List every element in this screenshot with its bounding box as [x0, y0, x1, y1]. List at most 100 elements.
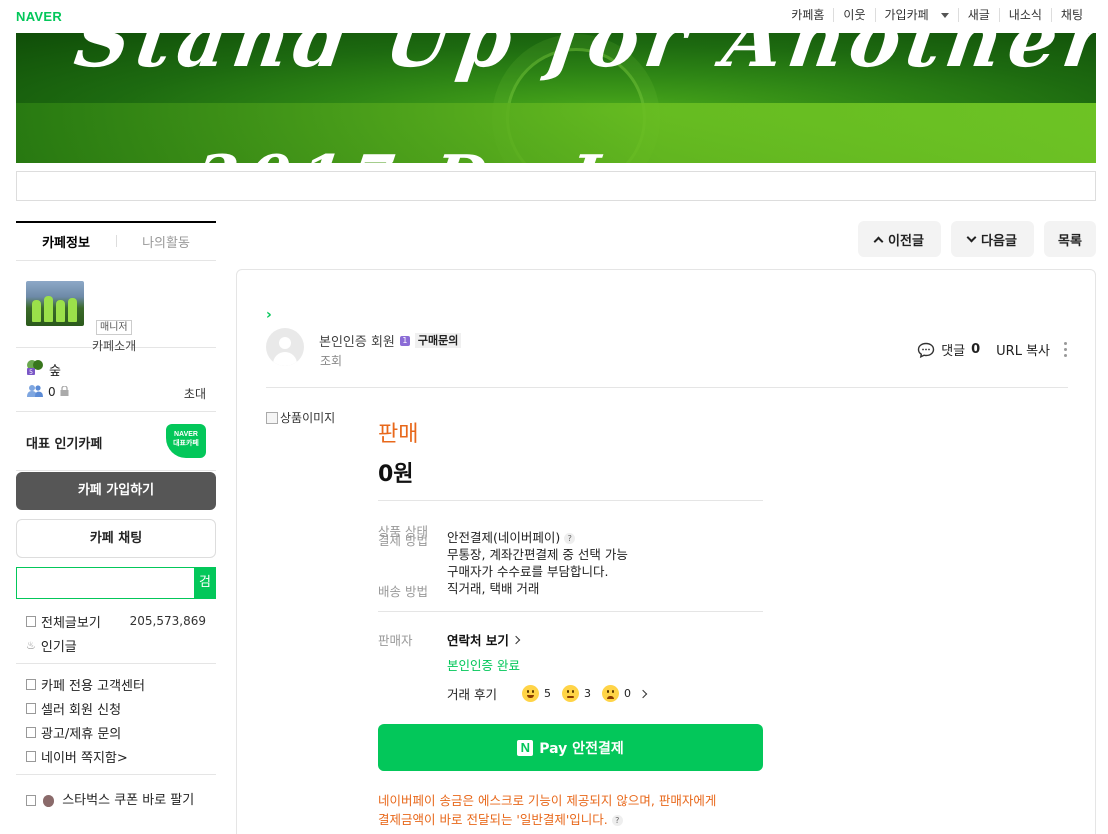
- tab-my-activity[interactable]: 나의활동: [116, 232, 216, 251]
- review-good-count: 5: [543, 687, 551, 700]
- link-icon: [26, 678, 36, 690]
- next-post-button[interactable]: 다음글: [951, 221, 1034, 257]
- broken-image-icon: [266, 411, 278, 424]
- payment-line-1-text: 안전결제(네이버페이): [447, 530, 561, 545]
- naver-logo[interactable]: NAVER: [16, 9, 62, 24]
- kebab-dot: [1064, 348, 1067, 351]
- more-options-icon[interactable]: [1064, 342, 1067, 357]
- gnb-cafe-home[interactable]: 카페홈: [782, 8, 833, 22]
- url-copy-button[interactable]: URL 복사: [996, 340, 1050, 359]
- menu-divider: [16, 774, 216, 775]
- all-posts-count: 205,573,869: [129, 614, 206, 628]
- payment-line-1: 안전결제(네이버페이)?: [447, 529, 628, 546]
- menu-naver-note[interactable]: 네이버 쪽지함>: [16, 744, 216, 768]
- rep-cafe-label: 대표 인기카페: [26, 437, 103, 452]
- member-grade: 구매문의: [414, 333, 462, 348]
- menu-all-posts[interactable]: 전체글보기 205,573,869: [16, 609, 216, 633]
- chevron-up-icon: [873, 236, 884, 246]
- join-cafe-button[interactable]: 카페 가입하기: [16, 472, 216, 510]
- trade-reviews[interactable]: 거래 후기 5 3 0: [447, 684, 648, 703]
- thumb-figure: [68, 298, 77, 322]
- review-bad-count: 0: [623, 687, 631, 700]
- header-divider: [266, 387, 1068, 388]
- menu-popular[interactable]: ♨ 인기글: [16, 633, 216, 657]
- chevron-right-icon: [511, 635, 521, 644]
- prev-post-label: 이전글: [888, 233, 924, 249]
- svg-text:5: 5: [29, 369, 33, 375]
- coffee-icon: [42, 795, 55, 807]
- comment-icon[interactable]: [917, 342, 935, 358]
- members-icon: [27, 385, 43, 397]
- contact-view-link[interactable]: 연락처 보기: [447, 630, 521, 649]
- menu-starbucks[interactable]: 스타벅스 쿠폰 바로 팔기: [16, 783, 216, 831]
- gnb-joined-cafes-label: 가입카페: [884, 8, 929, 22]
- member-count: 0: [48, 385, 56, 399]
- article: › 본인인증 회원 1 구매문의 조회 댓글 0 URL 복사 상품이미지 판매…: [236, 269, 1096, 834]
- global-nav: 카페홈 이웃 가입카페 새글 내소식 채팅: [782, 8, 1092, 22]
- menu-seller-apply[interactable]: 셀러 회원 신청: [16, 696, 216, 720]
- kebab-dot: [1064, 342, 1067, 345]
- menu-all-posts-label: 전체글보기: [41, 615, 101, 631]
- gnb-joined-cafes[interactable]: 가입카페: [874, 8, 958, 22]
- article-actions: 댓글 0 URL 복사: [917, 340, 1067, 359]
- prev-post-button[interactable]: 이전글: [858, 221, 941, 257]
- author-name[interactable]: 본인인증 회원: [319, 331, 395, 350]
- face-mouth: [606, 696, 614, 699]
- cafe-banner[interactable]: Stand Up for Another 2017 Dr J: [16, 33, 1096, 163]
- cafe-menu-strip: [16, 171, 1096, 201]
- cafe-search-input[interactable]: [16, 567, 194, 599]
- menu-customer-center[interactable]: 카페 전용 고객센터: [16, 672, 216, 696]
- rep-badge-line1: NAVER: [174, 431, 198, 438]
- thumb-figure: [44, 296, 53, 322]
- sidebar-tabs: 카페정보 나의활동: [16, 221, 216, 261]
- help-icon[interactable]: ?: [564, 533, 576, 544]
- menu-customer-center-label: 카페 전용 고객센터: [41, 678, 145, 694]
- manager-badge[interactable]: 매니저: [96, 320, 132, 335]
- kebab-dot: [1064, 354, 1067, 357]
- sale-status: 판매: [378, 422, 419, 447]
- link-icon: [26, 795, 36, 806]
- board-link-chevron-icon[interactable]: ›: [266, 307, 272, 323]
- help-icon[interactable]: ?: [611, 815, 623, 826]
- comments-label[interactable]: 댓글: [941, 340, 965, 359]
- payment-warning: 네이버페이 송금은 에스크로 기능이 제공되지 않으며, 판매자에게 결제금액이…: [378, 791, 778, 829]
- naver-pay-button[interactable]: N Pay 안전결제: [378, 724, 763, 771]
- banner-slogan-graphic-2: 2017 Dr J: [191, 143, 612, 163]
- contact-view-label: 연락처 보기: [447, 633, 509, 648]
- gnb-chat[interactable]: 채팅: [1050, 8, 1092, 22]
- cafe-search: 검색: [16, 567, 216, 622]
- naver-rep-cafe-badge[interactable]: NAVER 대표카페: [166, 424, 206, 458]
- cafe-thumbnail[interactable]: [26, 281, 84, 326]
- menu-popular-label: 인기글: [40, 639, 77, 655]
- invite-link[interactable]: 초대: [184, 385, 206, 402]
- review-label: 거래 후기: [447, 687, 497, 702]
- menu-ads[interactable]: 광고/제휴 문의: [16, 720, 216, 744]
- product-price: 0원: [378, 462, 414, 487]
- search-button[interactable]: 검색: [194, 567, 216, 622]
- cafe-chat-button[interactable]: 카페 채팅: [16, 519, 216, 558]
- flame-icon: ♨: [26, 638, 36, 652]
- gnb-my-news[interactable]: 내소식: [998, 8, 1051, 22]
- review-neutral-count: 3: [583, 687, 591, 700]
- face-mouth: [566, 696, 574, 698]
- identity-verified: 본인인증 완료: [447, 658, 520, 673]
- gnb-neighbors[interactable]: 이웃: [833, 8, 874, 22]
- neutral-face-icon: [561, 685, 579, 702]
- face-mouth: [526, 695, 534, 698]
- product-image[interactable]: 상품이미지: [266, 409, 335, 426]
- thumb-figure: [56, 300, 65, 322]
- list-button[interactable]: 목록: [1044, 221, 1096, 257]
- tree-level-icon: 5: [27, 360, 43, 375]
- warning-line-2-text: 결제금액이 바로 전달되는 '일반결제'입니다.: [378, 812, 608, 827]
- chevron-down-icon: [966, 232, 977, 242]
- price-divider: [378, 500, 763, 501]
- next-post-label: 다음글: [981, 233, 1017, 249]
- tab-cafe-info[interactable]: 카페정보: [16, 232, 116, 251]
- cafe-info-panel: 매니저 카페소개: [16, 261, 216, 353]
- menu-divider: [16, 663, 216, 664]
- banner-slogan-graphic: Stand Up for Another: [69, 33, 1096, 84]
- gnb-new-posts[interactable]: 새글: [957, 8, 999, 22]
- top-bar: NAVER 카페홈 이웃 가입카페 새글 내소식 채팅: [0, 0, 1108, 33]
- avatar[interactable]: [266, 328, 304, 366]
- payment-method-value: 안전결제(네이버페이)? 무통장, 계좌간편결제 중 선택 가능 구매자가 수수…: [447, 529, 628, 580]
